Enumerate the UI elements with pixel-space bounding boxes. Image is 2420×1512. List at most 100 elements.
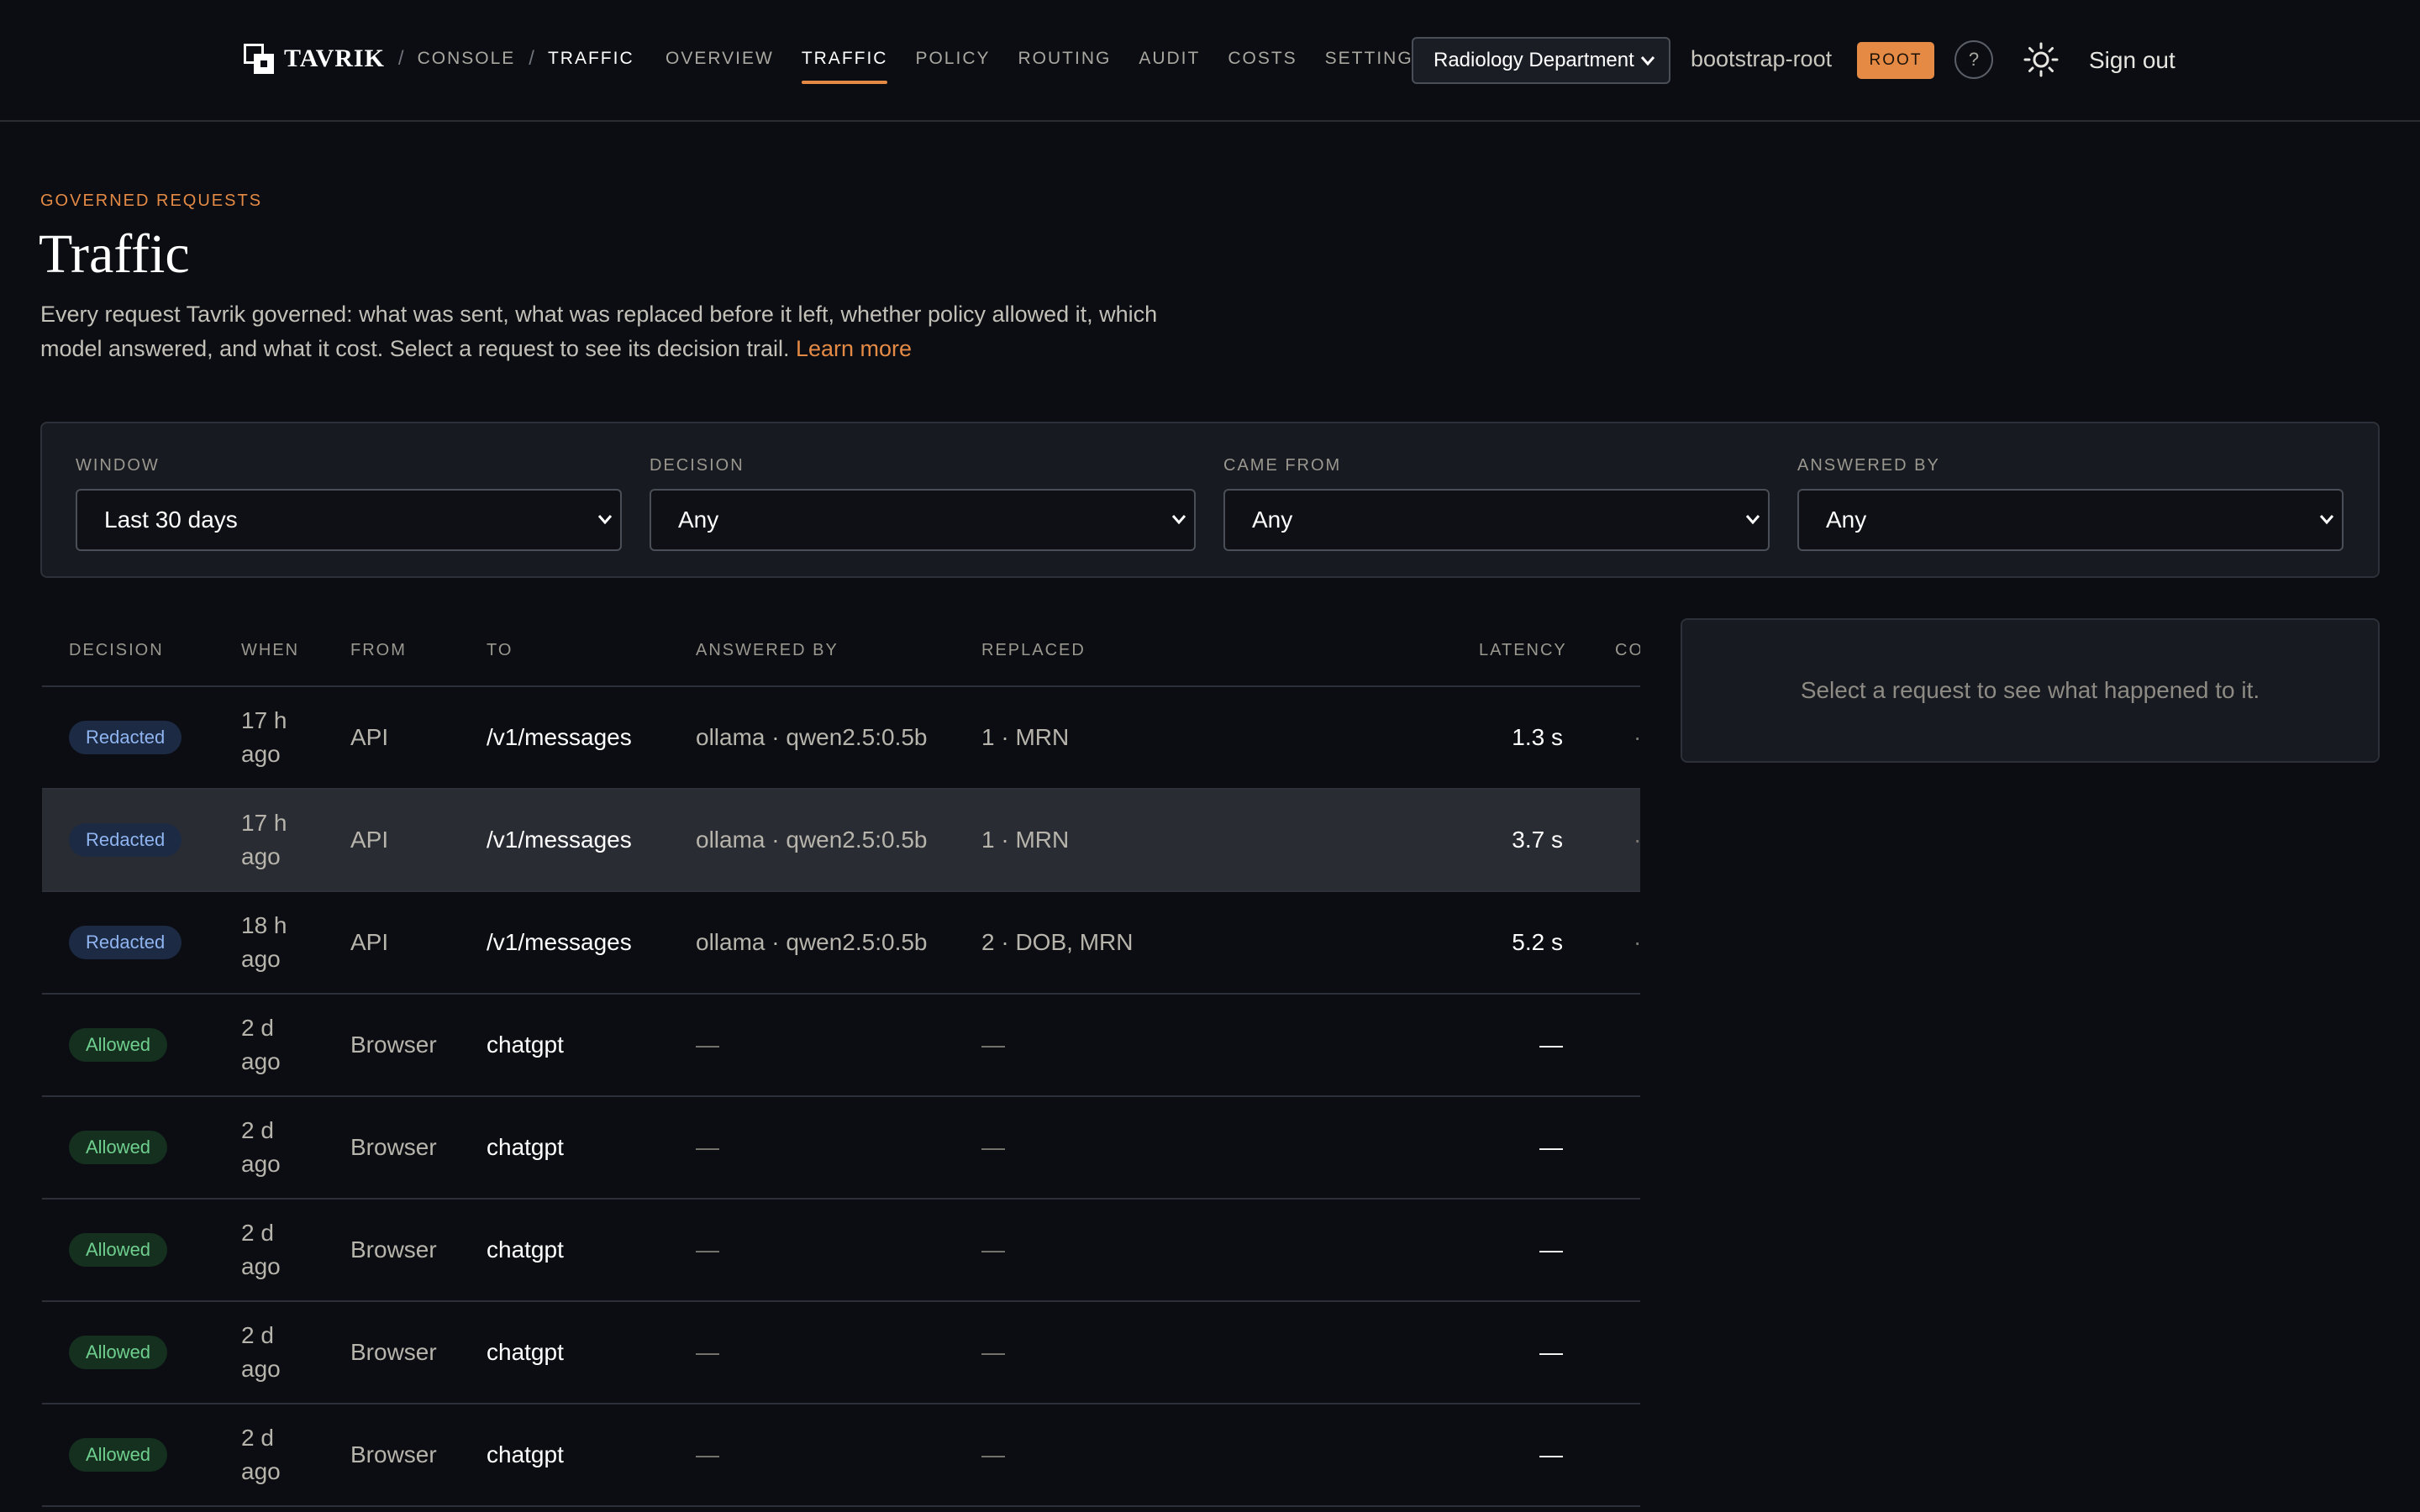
top-bar: TAVRIK / CONSOLE / TRAFFIC OVERVIEW TRAF… bbox=[0, 0, 2420, 122]
brand[interactable]: TAVRIK / CONSOLE / TRAFFIC bbox=[244, 40, 634, 77]
decision-cell: Allowed bbox=[69, 1097, 168, 1198]
user-name: bootstrap-root bbox=[1691, 46, 1833, 71]
learn-more-link[interactable]: Learn more bbox=[796, 336, 912, 361]
latency-cell: 5.2 s bbox=[1512, 929, 1563, 955]
chevron-down-icon bbox=[1639, 39, 1657, 99]
to-cell: chatgpt bbox=[487, 1339, 564, 1365]
when-cell: 2 d ago bbox=[241, 1015, 281, 1074]
page-title: Traffic bbox=[39, 223, 190, 285]
latency-cell: — bbox=[1539, 1441, 1563, 1467]
sun-icon[interactable] bbox=[2023, 42, 2059, 77]
table-row[interactable]: Allowed 2 d ago Browser chatgpt — — — bbox=[42, 1200, 1640, 1302]
answered-by-select[interactable]: Any bbox=[1797, 489, 2344, 551]
cost-cell-clipped: · bbox=[1634, 790, 1640, 890]
sign-out-link[interactable]: Sign out bbox=[2089, 44, 2175, 77]
nav-traffic[interactable]: TRAFFIC bbox=[801, 34, 888, 84]
when-cell: 2 d ago bbox=[241, 1117, 281, 1177]
filter-came-from: CAME FROM Any bbox=[1223, 454, 1770, 551]
chevron-down-icon bbox=[2317, 491, 2337, 573]
from-cell: Browser bbox=[350, 1441, 437, 1467]
column-cost[interactable]: CO bbox=[1615, 620, 1640, 680]
table-row[interactable]: Allowed 2 d ago Browser chatgpt — — — bbox=[42, 1097, 1640, 1200]
decision-select-value: Any bbox=[678, 507, 719, 533]
from-cell: Browser bbox=[350, 1236, 437, 1263]
window-select[interactable]: Last 30 days bbox=[76, 489, 622, 551]
role-badge: ROOT bbox=[1857, 42, 1934, 79]
replaced-cell: — bbox=[981, 1134, 1005, 1160]
when-cell: 17 h ago bbox=[241, 707, 287, 767]
breadcrumb-traffic: TRAFFIC bbox=[547, 49, 634, 68]
column-latency[interactable]: LATENCY bbox=[1479, 620, 1567, 680]
column-decision[interactable]: DECISION bbox=[69, 620, 164, 680]
decision-select[interactable]: Any bbox=[650, 489, 1196, 551]
latency-cell: — bbox=[1539, 1134, 1563, 1160]
department-select-value: Radiology Department bbox=[1434, 49, 1634, 71]
decision-badge: Allowed bbox=[69, 1233, 168, 1267]
table-row[interactable]: Allowed 2 d ago Browser chatgpt — — — bbox=[42, 1404, 1640, 1507]
when-cell: 17 h ago bbox=[241, 810, 287, 869]
cost-cell-clipped: · bbox=[1634, 687, 1640, 788]
decision-badge: Redacted bbox=[69, 721, 182, 754]
decision-cell: Redacted bbox=[69, 892, 182, 993]
came-from-select[interactable]: Any bbox=[1223, 489, 1770, 551]
filter-answered-by: ANSWERED BY Any bbox=[1797, 454, 2344, 551]
to-cell: /v1/messages bbox=[487, 827, 632, 853]
table-header: DECISION WHEN FROM TO ANSWERED BY REPLAC… bbox=[42, 620, 1640, 687]
column-when[interactable]: WHEN bbox=[241, 620, 299, 680]
table-row[interactable]: Allowed 2 d ago Browser chatgpt — — — bbox=[42, 995, 1640, 1097]
decision-badge: Allowed bbox=[69, 1131, 168, 1164]
nav-routing[interactable]: ROUTING bbox=[1018, 34, 1112, 84]
filter-answered-by-label: ANSWERED BY bbox=[1797, 456, 1940, 475]
nav-policy[interactable]: POLICY bbox=[915, 34, 990, 84]
decision-cell: Allowed bbox=[69, 995, 168, 1095]
replaced-cell: — bbox=[981, 1441, 1005, 1467]
answered-by-cell: ollama · qwen2.5:0.5b bbox=[696, 929, 928, 955]
from-cell: Browser bbox=[350, 1032, 437, 1058]
replaced-cell: 1 · MRN bbox=[981, 724, 1070, 750]
replaced-cell: — bbox=[981, 1032, 1005, 1058]
from-cell: Browser bbox=[350, 1339, 437, 1365]
table-row[interactable]: Redacted 17 h ago API/v1/messages ollama · … bbox=[42, 687, 1640, 790]
column-answered-by[interactable]: ANSWERED BY bbox=[696, 620, 839, 680]
nav-costs[interactable]: COSTS bbox=[1228, 34, 1297, 84]
decision-cell: Allowed bbox=[69, 1404, 168, 1505]
from-cell: API bbox=[350, 724, 389, 750]
department-select[interactable]: Radiology Department bbox=[1412, 37, 1670, 84]
decision-cell: Allowed bbox=[69, 1200, 168, 1300]
decision-badge: Allowed bbox=[69, 1336, 168, 1369]
main-nav: OVERVIEW TRAFFIC POLICY ROUTING AUDIT CO… bbox=[666, 34, 1455, 84]
to-cell: /v1/messages bbox=[487, 929, 632, 955]
column-from[interactable]: FROM bbox=[350, 620, 407, 680]
decision-badge: Redacted bbox=[69, 823, 182, 857]
detail-empty-text: Select a request to see what happened to… bbox=[1800, 677, 2260, 703]
replaced-cell: — bbox=[981, 1339, 1005, 1365]
when-cell: 2 d ago bbox=[241, 1220, 281, 1279]
nav-audit[interactable]: AUDIT bbox=[1139, 34, 1200, 84]
traffic-table: DECISION WHEN FROM TO ANSWERED BY REPLAC… bbox=[42, 620, 1640, 1512]
from-cell: Browser bbox=[350, 1134, 437, 1160]
column-replaced[interactable]: REPLACED bbox=[981, 620, 1086, 680]
latency-cell: — bbox=[1539, 1032, 1563, 1058]
answered-by-cell: — bbox=[696, 1236, 719, 1263]
when-cell: 2 d ago bbox=[241, 1322, 281, 1382]
answered-by-select-value: Any bbox=[1826, 507, 1867, 533]
table-row[interactable]: Redacted 18 h ago API/v1/messages ollama · … bbox=[42, 892, 1640, 995]
replaced-cell: 2 · DOB, MRN bbox=[981, 929, 1134, 955]
latency-cell: 1.3 s bbox=[1512, 724, 1563, 750]
latency-cell: — bbox=[1539, 1339, 1563, 1365]
answered-by-cell: — bbox=[696, 1134, 719, 1160]
decision-cell: Redacted bbox=[69, 790, 182, 890]
table-row[interactable]: Allowed 2 d ago Browser chatgpt — — — bbox=[42, 1302, 1640, 1404]
table-row[interactable]: Redacted 17 h ago API/v1/messages ollama · … bbox=[42, 790, 1640, 892]
column-to[interactable]: TO bbox=[487, 620, 513, 680]
came-from-select-value: Any bbox=[1252, 507, 1293, 533]
nav-overview[interactable]: OVERVIEW bbox=[666, 34, 774, 84]
page-eyebrow: GOVERNED REQUESTS bbox=[40, 192, 263, 210]
request-detail-panel: Select a request to see what happened to… bbox=[1681, 618, 2380, 763]
breadcrumb-console[interactable]: CONSOLE bbox=[418, 49, 516, 69]
from-cell: API bbox=[350, 827, 389, 853]
tavrik-logo-icon bbox=[244, 44, 274, 74]
help-button[interactable]: ? bbox=[1954, 40, 1993, 79]
to-cell: chatgpt bbox=[487, 1134, 564, 1160]
page-description-text: Every request Tavrik governed: what was … bbox=[40, 302, 1158, 361]
